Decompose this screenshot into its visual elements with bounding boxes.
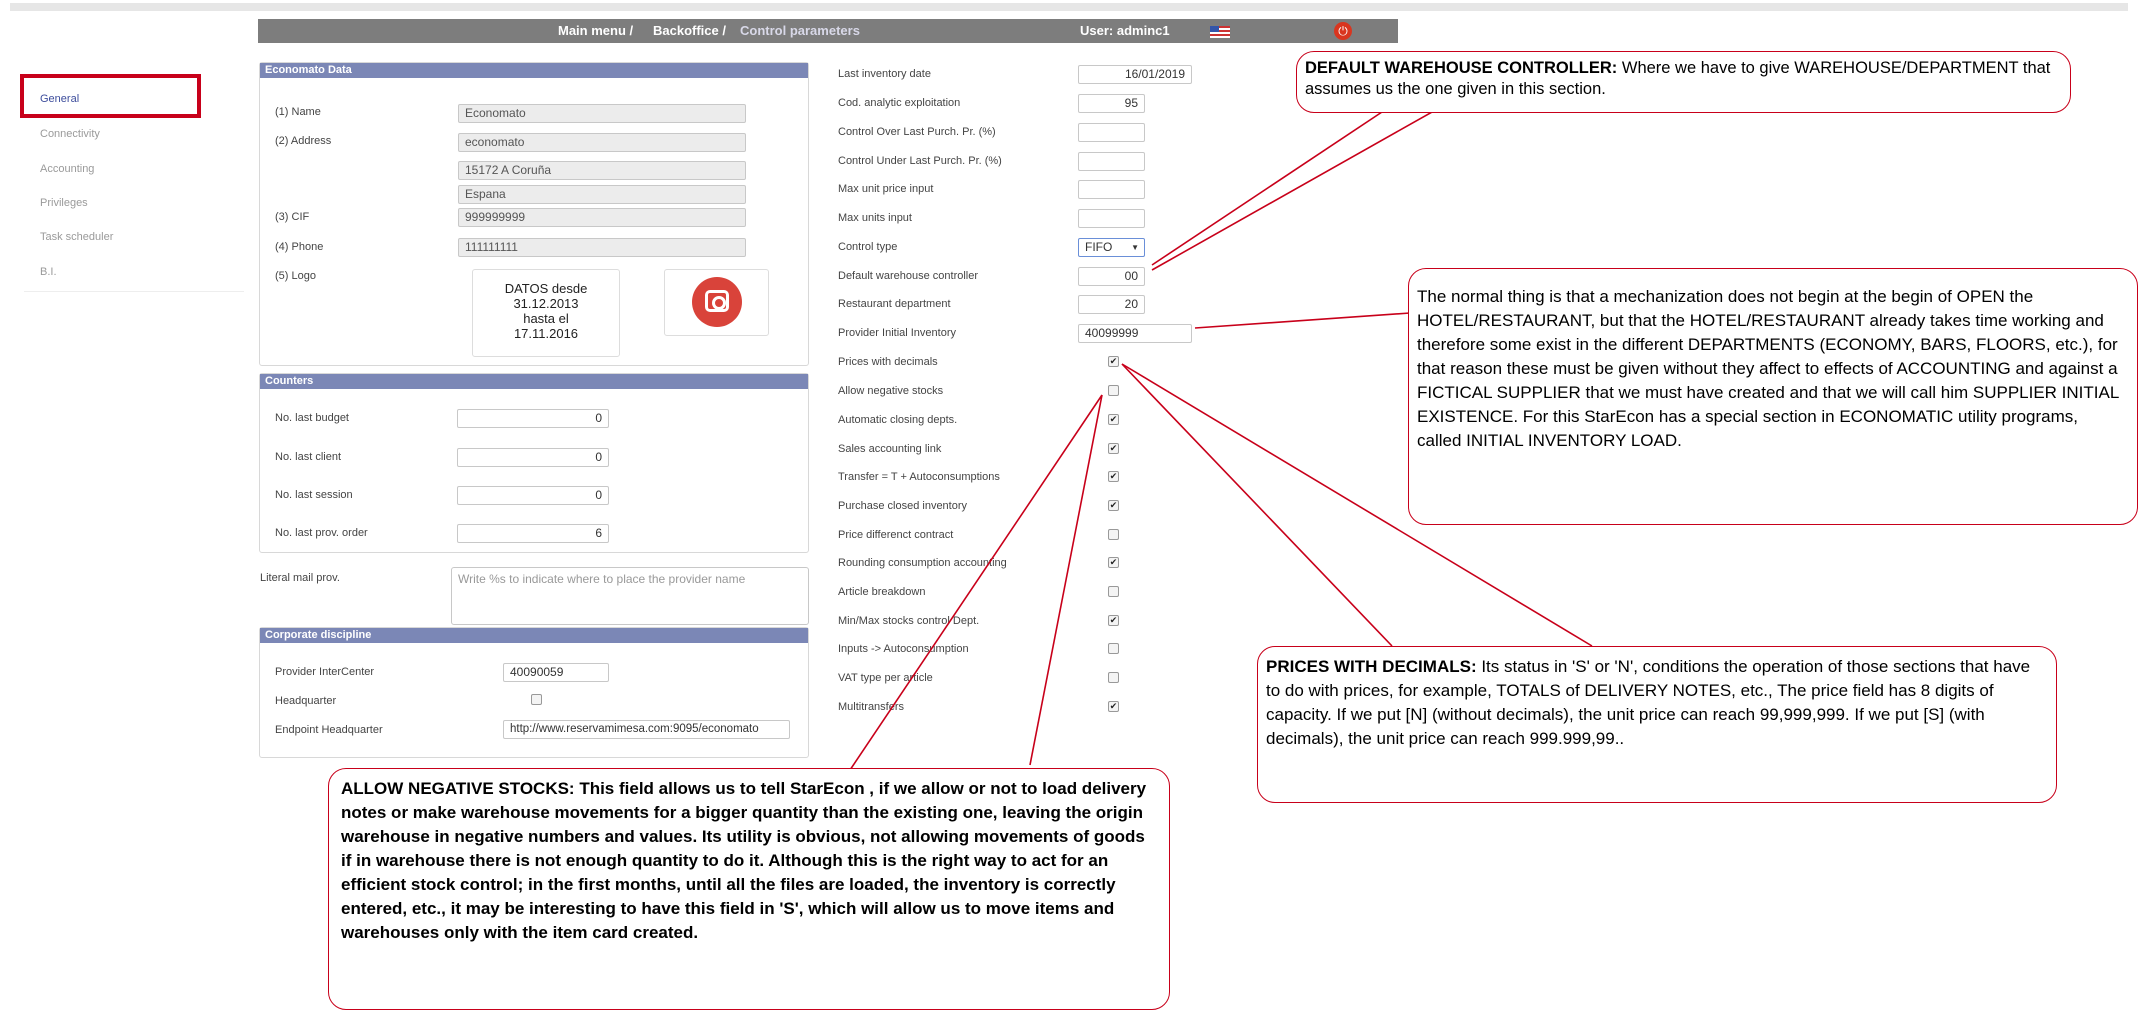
annotation-initial-inventory: The normal thing is that a mechanization… <box>1408 268 2138 525</box>
annotation-initial-text: The normal thing is that a mechanization… <box>1417 287 2119 450</box>
connector-warehouse-2 <box>1151 111 1383 266</box>
connector-negative-2 <box>1029 394 1103 766</box>
annotation-negative-text: ALLOW NEGATIVE STOCKS: This field allows… <box>341 779 1147 942</box>
annotation-default-warehouse: DEFAULT WAREHOUSE CONTROLLER: Where we h… <box>1296 51 2071 113</box>
annotation-allow-negative: ALLOW NEGATIVE STOCKS: This field allows… <box>328 768 1170 1010</box>
connector-warehouse-1 <box>1151 111 1458 271</box>
connector-negative-1 <box>849 394 1103 771</box>
connector-initial <box>1194 312 1411 329</box>
connector-decimals-1 <box>1121 363 1393 647</box>
annotation-prices-decimals: PRICES WITH DECIMALS: Its status in 'S' … <box>1257 646 2057 803</box>
annotation-decimals-title: PRICES WITH DECIMALS: <box>1266 657 1477 676</box>
annotation-warehouse-title: DEFAULT WAREHOUSE CONTROLLER: <box>1305 59 1618 77</box>
